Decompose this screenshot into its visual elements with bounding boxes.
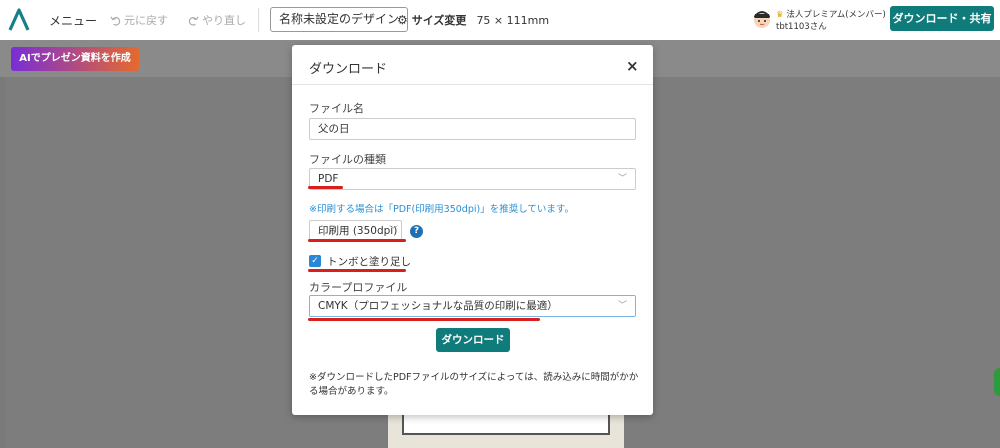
redo-label: やり直し xyxy=(202,14,246,27)
highlight-underline-file-type xyxy=(308,186,343,189)
ai-presentation-button[interactable]: AIでプレゼン資料を作成 xyxy=(11,47,139,71)
dialog-title: ダウンロード xyxy=(309,62,388,77)
crop-marks-label[interactable]: トンボと塗り足し xyxy=(327,254,411,269)
file-type-value: PDF xyxy=(318,173,339,185)
file-name-input[interactable]: 父の日 xyxy=(309,118,636,140)
design-name-button[interactable]: 名称未設定のデザイン xyxy=(270,7,409,32)
redo-icon xyxy=(188,16,199,26)
app-logo-icon[interactable] xyxy=(8,8,30,32)
highlight-underline-color-profile xyxy=(308,318,540,321)
user-plan: ♛ 法人プレミアム(メンバー) xyxy=(776,8,886,20)
toolbar-divider xyxy=(258,8,259,32)
undo-icon xyxy=(110,16,121,26)
highlight-underline-crop-marks xyxy=(308,269,406,272)
menu-button[interactable]: メニュー xyxy=(49,12,97,29)
crown-icon: ♛ xyxy=(776,10,784,20)
close-icon[interactable]: × xyxy=(626,57,639,75)
color-profile-value: CMYK（プロフェッショナルな品質の印刷に最適） xyxy=(318,300,558,312)
redo-button[interactable]: やり直し xyxy=(188,12,246,28)
side-panel-handle[interactable] xyxy=(994,368,1000,396)
help-icon[interactable]: ? xyxy=(410,225,423,238)
undo-button[interactable]: 元に戻す xyxy=(110,12,168,28)
user-name: tbt1103さん xyxy=(776,22,827,32)
crop-marks-checkbox[interactable]: ✓ xyxy=(309,255,321,267)
file-name-label: ファイル名 xyxy=(309,102,364,115)
highlight-underline-quality xyxy=(308,239,406,242)
download-button[interactable]: ダウンロード xyxy=(436,328,510,352)
download-dialog: ダウンロード × ファイル名 父の日 ファイルの種類 PDF ﹀ ※印刷する場合… xyxy=(292,45,653,415)
dialog-header: ダウンロード × xyxy=(292,45,653,85)
avatar[interactable] xyxy=(752,8,772,30)
file-type-select[interactable]: PDF ﹀ xyxy=(309,168,636,190)
chevron-down-icon: ﹀ xyxy=(617,301,627,311)
gear-icon: ⚙ xyxy=(397,13,408,27)
size-change-button[interactable]: ⚙ サイズ変更 75 × 111mm xyxy=(397,12,549,28)
color-profile-label: カラープロファイル xyxy=(309,281,408,294)
file-type-label: ファイルの種類 xyxy=(309,153,386,166)
quality-value: 印刷用 (350dpi) xyxy=(318,225,398,237)
print-recommendation-note: ※印刷する場合は「PDF(印刷用350dpi)」を推奨しています。 xyxy=(309,204,574,215)
download-footnote: ※ダウンロードしたPDFファイルのサイズによっては、読み込みに時間がかかる場合が… xyxy=(309,372,639,397)
undo-label: 元に戻す xyxy=(124,14,168,27)
chevron-down-icon: ﹀ xyxy=(388,226,398,236)
top-toolbar: メニュー 元に戻す やり直し 名称未設定のデザイン ⚙ サイズ変更 75 × 1… xyxy=(0,0,1000,40)
design-page-frame xyxy=(402,413,610,435)
user-plan-label: 法人プレミアム(メンバー) xyxy=(786,10,886,20)
chevron-down-icon: ﹀ xyxy=(617,174,627,184)
color-profile-select[interactable]: CMYK（プロフェッショナルな品質の印刷に最適） ﹀ xyxy=(309,295,636,317)
download-share-button[interactable]: ダウンロード・共有 xyxy=(890,6,994,31)
file-name-value: 父の日 xyxy=(318,123,350,135)
size-change-label: サイズ変更 xyxy=(411,14,467,27)
size-dimensions: 75 × 111mm xyxy=(476,13,550,27)
